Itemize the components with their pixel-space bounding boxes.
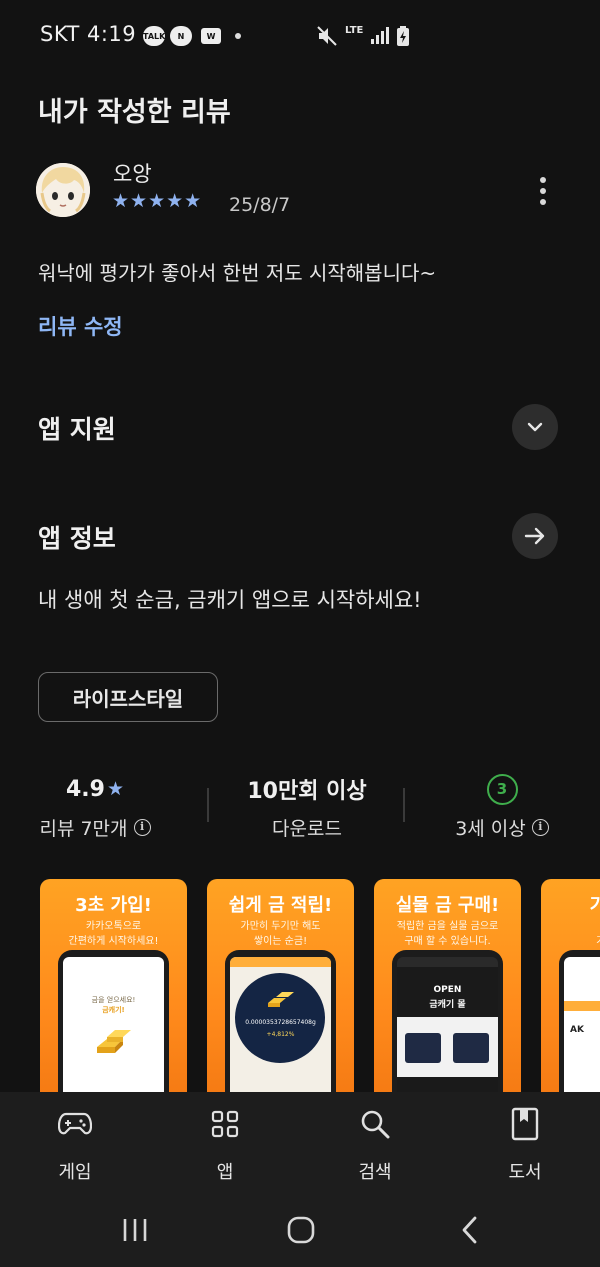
edit-review-link[interactable]: 리뷰 수정 bbox=[38, 311, 123, 341]
mall-banner-text: OPEN bbox=[433, 985, 462, 995]
coupon-tag bbox=[564, 1001, 600, 1011]
downloads-value: 10만회 이상 bbox=[247, 779, 367, 804]
star-icon: ★ bbox=[106, 778, 125, 800]
status-time: SKT 4:19 bbox=[40, 22, 137, 46]
screenshot-headline: 실물 금 구매! bbox=[395, 895, 500, 916]
screenshot-subtitle: 가만히 두기만 해도 쌓이는 순금! bbox=[240, 921, 321, 947]
screen-text: 금을 얻으세요! bbox=[91, 996, 136, 1004]
gold-amount: 0.0000353728657408g bbox=[245, 1019, 316, 1026]
age-rating-stat[interactable]: 3 3세 이상 i bbox=[422, 772, 582, 841]
gold-product-image bbox=[453, 1033, 489, 1063]
arrow-right-icon bbox=[524, 527, 545, 545]
gamepad-icon bbox=[58, 1112, 92, 1135]
nav-label: 검색 bbox=[358, 1162, 392, 1183]
home-icon[interactable] bbox=[286, 1215, 316, 1245]
brand-logo-text: AK bbox=[570, 1025, 584, 1035]
rating-value: 4.9 bbox=[65, 776, 105, 802]
nav-label: 도서 bbox=[508, 1162, 542, 1183]
screenshot-headline: 3초 가입! bbox=[75, 895, 152, 916]
app-header-bar bbox=[230, 957, 331, 967]
app-header-bar bbox=[397, 957, 498, 967]
app-support-heading[interactable]: 앱 지원 bbox=[38, 410, 116, 446]
gold-product-image bbox=[405, 1033, 441, 1063]
screenshot-subtitle: 카카오톡으로 간편하게 시작하세요! bbox=[68, 921, 159, 947]
screenshot-2[interactable]: 쉽게 금 적립! 가만히 두기만 해도 쌓이는 순금! 0.0000353728… bbox=[207, 879, 354, 1093]
app-description: 내 생애 첫 순금, 금캐기 앱으로 시작하세요! bbox=[38, 588, 422, 612]
downloads-stat: 10만회 이상 다운로드 bbox=[227, 772, 387, 841]
rating-stat[interactable]: 4.9 ★ 리뷰 7만개 i bbox=[15, 772, 175, 841]
phone-mockup: 0.0000353728657408g +4,812% bbox=[225, 950, 336, 1093]
expand-support-button[interactable] bbox=[512, 404, 558, 450]
search-icon bbox=[361, 1110, 390, 1139]
chevron-down-icon bbox=[527, 422, 543, 432]
bottom-navigation: 게임 앱 검색 도서 bbox=[0, 1092, 600, 1192]
more-dot-icon bbox=[540, 188, 546, 194]
system-navigation-bar bbox=[0, 1192, 600, 1267]
gold-bars-icon bbox=[97, 1030, 131, 1053]
screenshot-1[interactable]: 3초 가입! 카카오톡으로 간편하게 시작하세요! 금을 얻으세요! 금캐기! bbox=[40, 879, 187, 1093]
review-count-label: 리뷰 7만개 bbox=[39, 818, 128, 840]
screenshot-4[interactable]: 기프티 적립한 기프티콘 AK bbox=[541, 879, 600, 1093]
nav-books[interactable]: 도서 bbox=[470, 1104, 580, 1184]
more-dot-icon bbox=[540, 199, 546, 205]
more-dot-icon bbox=[540, 177, 546, 183]
naver-notification-icon: N bbox=[170, 26, 192, 46]
page-title: 내가 작성한 리뷰 bbox=[38, 97, 231, 128]
phone-mockup: OPEN 금캐기 몰 bbox=[392, 950, 503, 1093]
nav-search[interactable]: 검색 bbox=[320, 1104, 430, 1184]
gold-counter-circle bbox=[235, 973, 325, 1063]
nav-label: 앱 bbox=[216, 1162, 234, 1183]
screenshot-headline: 기프티 bbox=[589, 895, 600, 916]
mute-icon bbox=[317, 26, 337, 46]
more-options-button[interactable] bbox=[530, 174, 556, 210]
gold-rate: +4,812% bbox=[266, 1031, 295, 1038]
recent-apps-icon[interactable] bbox=[121, 1216, 149, 1244]
nav-apps[interactable]: 앱 bbox=[170, 1104, 280, 1184]
nav-label: 게임 bbox=[58, 1162, 92, 1183]
review-text: 워낙에 평가가 좋아서 한번 저도 시작해봅니다~ bbox=[38, 261, 437, 285]
more-notifications-dot bbox=[235, 33, 241, 39]
age-rating-label: 3세 이상 bbox=[455, 818, 526, 840]
screenshot-subtitle: 적립한 기프티콘 bbox=[541, 919, 600, 949]
screenshot-3[interactable]: 실물 금 구매! 적립한 금을 실물 금으로 구매 할 수 있습니다. OPEN… bbox=[374, 879, 521, 1093]
stat-divider bbox=[207, 788, 209, 822]
info-icon[interactable]: i bbox=[531, 819, 549, 836]
apps-grid-icon bbox=[211, 1110, 239, 1138]
reviewer-avatar bbox=[36, 163, 90, 217]
info-icon[interactable]: i bbox=[133, 819, 151, 836]
app-info-heading[interactable]: 앱 정보 bbox=[38, 519, 116, 555]
book-icon bbox=[511, 1107, 539, 1141]
stat-divider bbox=[403, 788, 405, 822]
rating-stars: ★★★★★ bbox=[112, 190, 203, 212]
category-chip[interactable]: 라이프스타일 bbox=[38, 672, 218, 722]
kakaotalk-notification-icon: TALK bbox=[143, 26, 166, 46]
phone-mockup: 금을 얻으세요! 금캐기! bbox=[58, 950, 169, 1093]
signal-icon bbox=[371, 27, 389, 44]
screen-text: 금캐기! bbox=[102, 1006, 125, 1014]
app-info-button[interactable] bbox=[512, 513, 558, 559]
screenshot-headline: 쉽게 금 적립! bbox=[228, 895, 333, 916]
gold-bars-icon bbox=[268, 992, 294, 1007]
w-notification-icon: W bbox=[201, 28, 221, 44]
back-icon[interactable] bbox=[458, 1215, 482, 1245]
phone-mockup: AK bbox=[559, 950, 600, 1093]
reviewer-name: 오앙 bbox=[113, 162, 152, 186]
nav-games[interactable]: 게임 bbox=[20, 1104, 130, 1184]
network-type: LTE bbox=[345, 25, 364, 36]
mall-banner-text: 금캐기 몰 bbox=[429, 1000, 466, 1010]
review-date: 25/8/7 bbox=[229, 194, 291, 216]
age-rating-badge: 3 bbox=[486, 773, 518, 805]
downloads-label: 다운로드 bbox=[272, 818, 342, 840]
battery-charging-icon bbox=[397, 26, 409, 46]
screenshot-subtitle: 적립한 금을 실물 금으로 구매 할 수 있습니다. bbox=[396, 921, 499, 947]
status-bar: SKT 4:19 TALK N W LTE bbox=[0, 0, 600, 72]
